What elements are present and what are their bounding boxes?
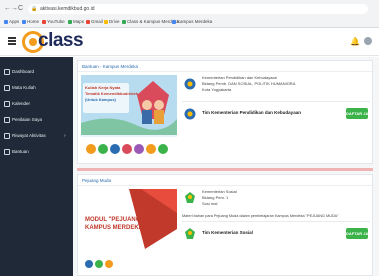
maps-icon bbox=[68, 19, 72, 24]
avatar[interactable] bbox=[364, 37, 372, 45]
program-banner[interactable]: Kuliah Kerja Nyata Tematik Kemendikbudri… bbox=[81, 75, 177, 161]
kampus-icon bbox=[172, 19, 176, 24]
back-button[interactable]: ← bbox=[4, 3, 11, 15]
chevron-right-icon: › bbox=[64, 133, 66, 139]
bookmark-maps[interactable]: Maps bbox=[68, 17, 84, 26]
bookmark-label: Maps bbox=[73, 19, 85, 24]
divider bbox=[182, 221, 370, 222]
calendar-icon bbox=[4, 101, 10, 107]
bookmark-label: Home bbox=[27, 19, 40, 24]
lock-icon: 🔒 bbox=[31, 6, 38, 12]
bookmark-kampus[interactable]: Kampus Merdeka bbox=[172, 17, 212, 26]
bookmark-label: Gmail bbox=[91, 19, 103, 24]
bookmark-youtube[interactable]: YouTube bbox=[42, 17, 65, 26]
kemdikbud-logo-icon bbox=[184, 107, 196, 120]
sidebar-item-label: Dashboard bbox=[12, 69, 35, 74]
sidebar-item-label: Riwayat Aktivitas bbox=[12, 133, 46, 138]
sidebar-item-dashboard[interactable]: Dashboard bbox=[0, 66, 73, 78]
gmail-icon bbox=[86, 19, 90, 24]
menu-icon[interactable] bbox=[8, 37, 16, 45]
bookmark-apps[interactable]: Apps bbox=[4, 17, 19, 26]
class-icon bbox=[122, 19, 126, 24]
url-text[interactable]: aktivasi.kemdikbud.go.id bbox=[40, 4, 94, 14]
home-icon bbox=[22, 19, 26, 24]
bookmark-label: YouTube bbox=[47, 19, 65, 24]
app-header: class 🔔 bbox=[0, 28, 379, 56]
forward-button[interactable]: → bbox=[11, 3, 18, 15]
program-description: Materi bahan para Pejuang Muda dalam pem… bbox=[182, 214, 339, 218]
bookmark-label: Apps bbox=[9, 19, 20, 24]
sidebar-item-label: Penilaian Saya bbox=[12, 117, 43, 122]
org-sub-2: Sosi mal bbox=[202, 201, 218, 206]
bookmark-home[interactable]: Home bbox=[22, 17, 39, 26]
banner-graphic bbox=[81, 189, 177, 275]
bookmark-label: Drive bbox=[109, 19, 120, 24]
kemdikbud-logo-icon bbox=[184, 77, 196, 90]
bookmarks-bar: Apps Home YouTube Maps Gmail Drive Class… bbox=[0, 17, 379, 26]
team-name: Tim Kementerian Sosial bbox=[202, 230, 253, 235]
bookmark-drive[interactable]: Drive bbox=[104, 17, 120, 26]
sidebar-item-label: Mata Kuliah bbox=[12, 85, 36, 90]
divider bbox=[182, 101, 370, 102]
bell-icon[interactable]: 🔔 bbox=[350, 37, 360, 46]
reload-button[interactable]: C bbox=[18, 3, 23, 15]
sidebar-item-penilaian[interactable]: Penilaian Saya bbox=[0, 114, 73, 126]
banner-line-3: (Untuk Kampus) bbox=[85, 97, 116, 102]
browser-chrome: ← → C 🔒 aktivasi.kemdikbud.go.id Apps Ho… bbox=[0, 0, 379, 28]
history-icon bbox=[4, 133, 10, 139]
card-header: Pejuang Muda bbox=[78, 175, 372, 186]
bookmark-class[interactable]: Class & Kampus Merdeka bbox=[122, 17, 179, 26]
register-button[interactable]: DAFTAR JAM bbox=[346, 108, 372, 119]
team-name: Tim Kementerian Pendidikan dan Kebudayaa… bbox=[202, 110, 301, 115]
register-button[interactable]: DAFTAR JAM bbox=[346, 228, 372, 239]
card-header: Bantuan - Kampus Merdeka bbox=[78, 61, 372, 72]
program-card: Pejuang Muda MODUL "PEJUANG MUDA" KAMPUS… bbox=[77, 174, 373, 276]
card-title[interactable]: Pejuang Muda bbox=[82, 175, 111, 186]
grade-icon bbox=[4, 117, 10, 123]
sidebar-item-kalender[interactable]: Kalender bbox=[0, 98, 73, 110]
book-icon bbox=[4, 85, 10, 91]
program-card: Bantuan - Kampus Merdeka Kuliah Kerja Ny… bbox=[77, 60, 373, 164]
banner-line-2: KAMPUS MERDEKA bbox=[85, 225, 144, 231]
bookmark-gmail[interactable]: Gmail bbox=[86, 17, 103, 26]
sidebar-item-bantuan[interactable]: Bantuan bbox=[0, 146, 73, 158]
logo-text: class bbox=[38, 30, 84, 51]
address-bar[interactable]: 🔒 aktivasi.kemdikbud.go.id bbox=[28, 4, 368, 14]
sidebar-item-label: Bantuan bbox=[12, 149, 29, 154]
banner-line-2: Tematik Kemendikbudristek bbox=[85, 91, 139, 96]
sidebar-item-mata-kuliah[interactable]: Mata Kuliah bbox=[0, 82, 73, 94]
dashboard-icon bbox=[4, 69, 10, 75]
kemensos-logo-icon bbox=[184, 191, 196, 203]
apps-icon bbox=[4, 19, 8, 24]
program-banner[interactable]: MODUL "PEJUANG MUDA" KAMPUS MERDEKA bbox=[81, 189, 177, 275]
help-icon bbox=[4, 149, 10, 155]
main-content: Bantuan - Kampus Merdeka Kuliah Kerja Ny… bbox=[73, 57, 379, 276]
card-title[interactable]: Bantuan - Kampus Merdeka bbox=[82, 61, 138, 72]
section-separator bbox=[77, 168, 373, 171]
sidebar-item-label: Kalender bbox=[12, 101, 31, 106]
sidebar: Dashboard Mata Kuliah Kalender Penilaian… bbox=[0, 57, 73, 276]
org-sub-2: Kota Yogyakarta bbox=[202, 87, 232, 92]
banner-line-1: Kuliah Kerja Nyata bbox=[85, 85, 121, 90]
nav-row: ← → C 🔒 aktivasi.kemdikbud.go.id bbox=[0, 3, 379, 15]
banner-line-1: MODUL "PEJUANG MUDA" bbox=[85, 217, 163, 223]
bookmark-label: Kampus Merdeka bbox=[177, 19, 213, 24]
sidebar-item-riwayat[interactable]: Riwayat Aktivitas › bbox=[0, 130, 73, 142]
youtube-icon bbox=[42, 19, 46, 24]
kemensos-logo-icon bbox=[184, 227, 196, 239]
drive-icon bbox=[104, 19, 108, 24]
